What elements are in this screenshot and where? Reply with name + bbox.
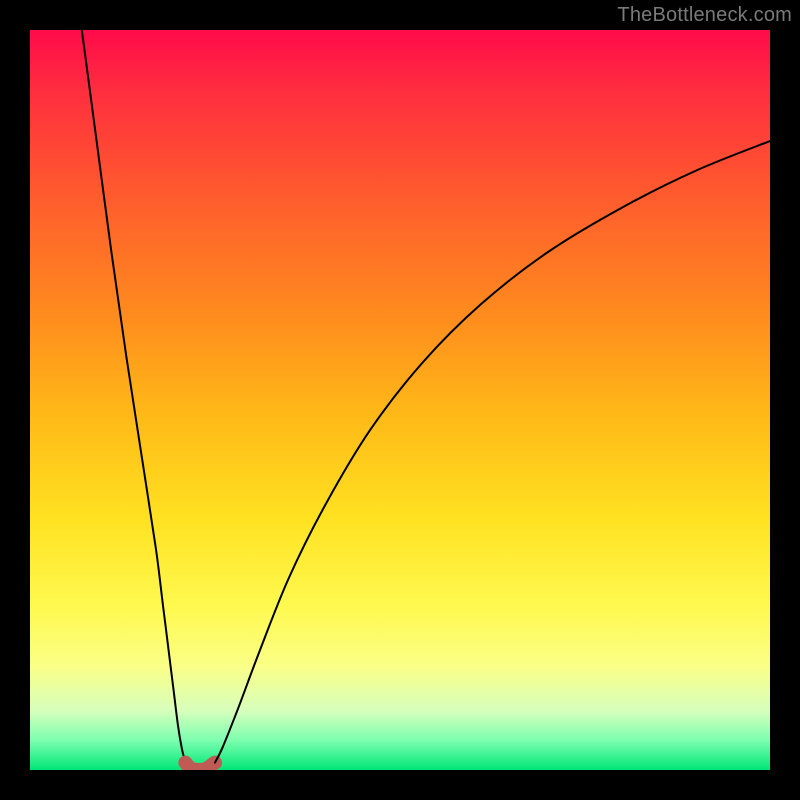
bottleneck-curve: [30, 30, 770, 770]
chart-frame: TheBottleneck.com: [0, 0, 800, 800]
gradient-plot-area: [30, 30, 770, 770]
curve-left-branch: [82, 30, 186, 763]
curve-right-branch: [215, 141, 770, 763]
watermark-text: TheBottleneck.com: [617, 4, 792, 27]
curve-dip-highlight: [185, 763, 215, 770]
